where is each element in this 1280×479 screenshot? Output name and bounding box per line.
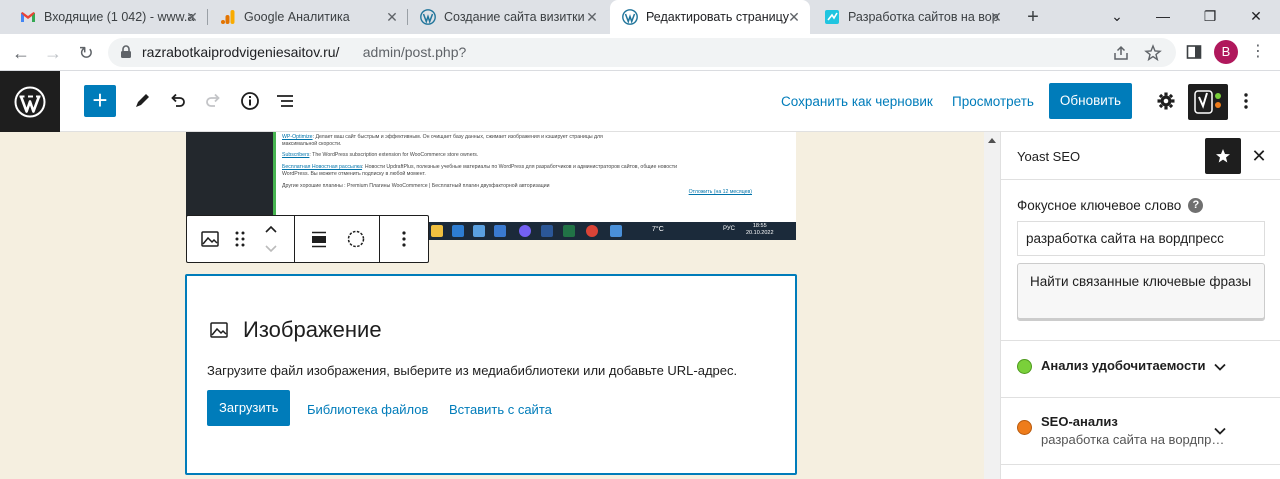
browser-tab-wp-dev[interactable]: Разработка сайтов на вордпресс ✕	[812, 0, 1012, 34]
smiley-ok-icon	[1017, 420, 1032, 435]
image-block-heading: Изображение	[209, 317, 382, 343]
smiley-good-icon	[1017, 359, 1032, 374]
scroll-up-icon[interactable]	[988, 138, 996, 143]
readability-analysis-toggle[interactable]: Анализ удобочитаемости	[1017, 358, 1206, 374]
close-icon[interactable]: ✕	[384, 9, 400, 25]
yoast-seo-button[interactable]	[1188, 84, 1228, 120]
tab-title: Google Аналитика	[244, 10, 350, 24]
pin-star-button[interactable]	[1205, 138, 1241, 174]
close-icon[interactable]: ✕	[184, 9, 200, 25]
image-block-icon[interactable]	[198, 227, 222, 251]
image-placeholder-block[interactable]: Изображение Загрузите файл изображения, …	[185, 274, 797, 475]
tab-title: Создание сайта визитки	[444, 10, 585, 24]
list-view-icon[interactable]	[271, 87, 299, 115]
browser-tab-analytics[interactable]: Google Аналитика ✕	[208, 0, 408, 34]
undo-icon[interactable]	[164, 87, 192, 115]
wordpress-icon	[622, 9, 638, 25]
forward-button[interactable]: →	[40, 40, 66, 66]
lock-icon[interactable]	[120, 45, 132, 59]
address-bar-row: ← → ↻ razrabotkaiprodvigeniesaitov.ru/ a…	[0, 34, 1280, 71]
new-tab-button[interactable]: +	[1021, 5, 1045, 29]
tab-title: Редактировать страницу	[646, 10, 789, 24]
align-icon[interactable]	[307, 227, 331, 251]
browser-tab-gmail[interactable]: Входящие (1 042) - www.ad ✕	[8, 0, 208, 34]
share-icon[interactable]	[1112, 44, 1130, 62]
wordpress-icon	[420, 9, 436, 25]
move-down-icon[interactable]	[259, 240, 283, 258]
duotone-icon[interactable]	[344, 227, 368, 251]
move-up-icon[interactable]	[259, 220, 283, 238]
edit-tools-icon[interactable]	[128, 87, 156, 115]
block-toolbar	[186, 215, 429, 263]
settings-gear-icon[interactable]	[1152, 87, 1180, 115]
side-panel-icon[interactable]	[1186, 44, 1202, 60]
star-icon	[1216, 149, 1230, 163]
screenshot-text: WP-Optimize: Делает ваш сайт быстрым и э…	[282, 134, 752, 196]
browser-tab-edit-page[interactable]: Редактировать страницу ✕	[610, 0, 810, 34]
upload-button[interactable]: Загрузить	[207, 390, 291, 426]
close-icon[interactable]: ✕	[988, 9, 1004, 25]
help-icon[interactable]: ?	[1188, 198, 1204, 213]
yoast-logo-icon	[1194, 90, 1221, 114]
image-icon	[210, 322, 228, 338]
address-bar[interactable]: razrabotkaiprodvigeniesaitov.ru/ admin/p…	[108, 38, 1176, 67]
yoast-sidebar: Yoast SEO ✕ Фокусное ключевое слово ? ра…	[1000, 132, 1280, 479]
close-icon[interactable]: ✕	[786, 9, 802, 25]
sidebar-title: Yoast SEO	[1017, 149, 1081, 164]
redo-icon[interactable]	[199, 87, 227, 115]
find-related-keyphrases-button[interactable]: Найти связанные ключевые фразы	[1017, 263, 1265, 321]
browser-tab-strip: Входящие (1 042) - www.ad ✕ Google Анали…	[0, 0, 1280, 34]
tab-search-icon[interactable]: ⌄	[1094, 0, 1140, 32]
gmail-icon	[21, 12, 35, 22]
block-options-icon[interactable]	[392, 227, 416, 251]
drag-handle-icon[interactable]	[228, 227, 252, 251]
wordpress-logo-icon[interactable]	[0, 71, 60, 132]
minimize-button[interactable]: —	[1140, 0, 1186, 32]
chevron-down-icon[interactable]	[1213, 424, 1227, 438]
media-library-button[interactable]: Библиотека файлов	[307, 402, 428, 417]
url-text: razrabotkaiprodvigeniesaitov.ru/ admin/p…	[142, 44, 467, 60]
editor-canvas[interactable]: WP-Optimize: Делает ваш сайт быстрым и э…	[0, 132, 984, 479]
seo-analysis-toggle[interactable]: SEO-анализ разработка сайта на вордпр…	[1017, 414, 1224, 447]
browser-menu-icon[interactable]: ⋮	[1248, 42, 1268, 62]
image-block-instructions: Загрузите файл изображения, выберите из …	[207, 363, 738, 378]
tab-title: Входящие (1 042) - www.ad	[44, 10, 194, 24]
save-draft-button[interactable]: Сохранить как черновик	[781, 94, 933, 109]
back-button[interactable]: ←	[8, 40, 34, 66]
preview-button[interactable]: Просмотреть	[952, 94, 1034, 109]
chevron-down-icon[interactable]	[1213, 360, 1227, 374]
canvas-scrollbar[interactable]	[984, 132, 1000, 479]
close-icon[interactable]: ✕	[584, 9, 600, 25]
restore-button[interactable]: ❐	[1187, 0, 1233, 32]
profile-avatar[interactable]: B	[1214, 40, 1238, 64]
window-close-button[interactable]: ✕	[1233, 0, 1279, 32]
browser-tab-site-card[interactable]: Создание сайта визитки ✕	[408, 0, 608, 34]
add-block-button[interactable]: +	[84, 85, 116, 117]
options-menu-icon[interactable]	[1232, 87, 1260, 115]
focus-keyword-label: Фокусное ключевое слово ?	[1017, 198, 1204, 213]
site-icon	[825, 10, 839, 24]
sidebar-header: Yoast SEO ✕	[1001, 132, 1280, 180]
insert-from-url-button[interactable]: Вставить с сайта	[449, 402, 552, 417]
details-info-icon[interactable]	[236, 87, 264, 115]
update-button[interactable]: Обновить	[1049, 83, 1132, 119]
editor-toolbar: + Сохранить как черновик Просмотреть Обн…	[0, 71, 1280, 132]
analytics-icon	[221, 10, 235, 24]
bookmark-star-icon[interactable]	[1144, 44, 1162, 62]
tab-title: Разработка сайтов на вордпресс	[848, 10, 998, 24]
close-sidebar-button[interactable]: ✕	[1249, 146, 1269, 166]
focus-keyword-input[interactable]: разработка сайта на вордпресс	[1017, 221, 1265, 256]
reload-button[interactable]: ↻	[73, 40, 99, 66]
